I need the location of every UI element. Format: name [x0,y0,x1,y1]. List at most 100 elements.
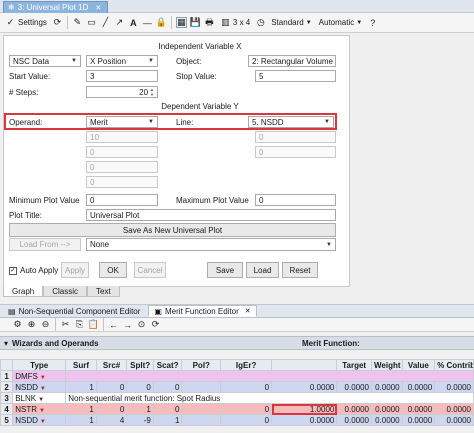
comment-cell[interactable]: Non-sequential merit function: Spot Radi… [65,392,474,404]
arrow-right-icon[interactable]: → [122,319,133,330]
optimize-icon[interactable]: ⊙ [136,319,147,330]
save-as-new-button[interactable]: Save As New Universal Plot [9,223,336,237]
operand-select[interactable]: Merit ▼ [86,116,158,128]
expand-icon[interactable]: ▾ [4,339,8,348]
table-row[interactable]: 5 NSDD ▼ 1 4 -9 1 0 0.0000 0.0000 0.0000 … [0,414,474,426]
contrib-cell[interactable]: 0.0000 [434,414,474,426]
iger-cell[interactable]: 0 [220,403,273,415]
help-icon[interactable]: ? [367,17,378,28]
pol-cell[interactable] [181,403,222,415]
max-plot-input[interactable]: 0 [255,194,336,206]
load-from-button[interactable]: Load From --> [9,238,81,251]
auto-apply-checkbox[interactable]: ✓ Auto Apply [9,266,58,275]
cut-icon[interactable]: ✂ [60,319,71,330]
contrib-cell[interactable]: 0.0000 [434,381,474,393]
header-iger[interactable]: IgEr? [220,359,273,371]
header-blank[interactable] [271,359,338,371]
pol-cell[interactable] [181,381,222,393]
tab-text[interactable]: Text [87,286,120,297]
min-plot-input[interactable]: 0 [86,194,158,206]
stop-value-input[interactable]: 5 [255,70,336,82]
steps-stepper[interactable]: 20 ▲ ▼ [86,86,158,98]
value-cell[interactable]: 0.0000 [401,403,436,415]
line-select[interactable]: 5. NSDD ▼ [248,116,334,128]
reset-button[interactable]: Reset [282,262,318,278]
weight-cell[interactable]: 0.0000 [371,381,403,393]
header-src[interactable]: Src# [95,359,128,371]
src-cell[interactable]: 0 [95,381,128,393]
surf-cell[interactable]: 1 [65,414,97,426]
apply-button[interactable]: Apply [61,262,89,278]
scat-cell[interactable]: 0 [152,381,183,393]
pol-cell[interactable] [181,414,222,426]
weight-cell[interactable]: 0.0000 [371,403,403,415]
document-tab[interactable]: ❄ 3: Universal Plot 1D ✕ [3,1,109,13]
header-value[interactable]: Value [401,359,436,371]
scat-cell[interactable]: 0 [152,403,183,415]
tab-non-sequential-editor[interactable]: ▤ Non-Sequential Component Editor [2,305,146,317]
table-row[interactable]: 1 DMFS ▼ [0,370,474,382]
close-icon[interactable]: ✕ [245,307,251,315]
table-row[interactable]: 4 NSTR ▼ 1 0 1 0 0 1.0000 0.0000 0.0000 0… [0,403,474,415]
table-row[interactable]: 2 NSDD ▼ 1 0 0 0 0 0.0000 0.0000 0.0000 0… [0,381,474,393]
plot-title-input[interactable]: Universal Plot [86,209,336,221]
variable-select[interactable]: X Position ▼ [86,55,158,67]
target-cell[interactable]: 0.0000 [336,403,372,415]
param-cell[interactable]: 0.0000 [271,381,338,393]
src-cell[interactable]: 4 [95,414,128,426]
copy-icon[interactable]: ⎘ [74,319,85,330]
object-select[interactable]: 2: Rectangular Volume▼ [248,55,336,67]
contrib-cell[interactable]: 0.0000 [434,403,474,415]
grid-view-icon[interactable]: ▦ [175,17,187,28]
line-icon[interactable]: ╱ [100,17,111,28]
spinner-arrows-icon[interactable]: ▲ ▼ [150,87,154,97]
surf-cell[interactable]: 1 [65,381,97,393]
settings-icon[interactable]: ⚙ [12,319,23,330]
iger-cell[interactable]: 0 [220,414,273,426]
tab-merit-function-editor[interactable]: ▣ Merit Function Editor ✕ [148,305,257,317]
param-cell[interactable]: 0.0000 [271,414,338,426]
tab-classic[interactable]: Classic [43,286,88,297]
type-cell[interactable]: NSDD ▼ [12,381,67,393]
src-cell[interactable]: 0 [95,403,128,415]
splt-cell[interactable]: -9 [126,414,154,426]
header-surf[interactable]: Surf [65,359,97,371]
paste-icon[interactable]: 📋 [88,319,99,330]
header-splt[interactable]: Splt? [126,359,154,371]
value-cell[interactable]: 0.0000 [401,381,436,393]
splt-cell[interactable]: 1 [126,403,154,415]
surf-cell[interactable]: 1 [65,403,97,415]
type-cell[interactable]: BLNK ▼ [12,392,67,404]
load-from-select[interactable]: None ▼ [86,238,336,251]
data-type-select[interactable]: NSC Data ▼ [9,55,81,67]
splt-cell[interactable]: 0 [126,381,154,393]
print-icon[interactable]: 🖶 [204,17,215,28]
wizards-and-operands-bar[interactable]: ▾ Wizards and Operands Merit Function: [0,336,474,350]
cancel-button[interactable]: Cancel [134,262,166,278]
refresh-icon[interactable]: ⟳ [150,319,161,330]
refresh-icon[interactable]: ⟳ [52,17,63,28]
type-cell[interactable]: NSTR ▼ [12,403,67,415]
save-button[interactable]: Save [207,262,243,278]
scat-cell[interactable]: 1 [152,414,183,426]
automatic-dropdown[interactable]: Automatic ▼ [317,15,365,30]
table-row[interactable]: 3 BLNK ▼ Non-sequential merit function: S… [0,392,474,404]
lock-icon[interactable]: 🔒 [156,17,167,28]
empty-cells[interactable] [65,370,474,382]
weight-cell[interactable]: 0.0000 [371,414,403,426]
type-cell[interactable]: NSDD ▼ [12,414,67,426]
header-scat[interactable]: Scat? [152,359,183,371]
clock-icon[interactable]: ◷ [255,17,266,28]
text-icon[interactable]: A [128,17,139,28]
header-pol[interactable]: Pol? [181,359,222,371]
ok-button[interactable]: OK [99,262,127,278]
load-button[interactable]: Load [246,262,279,278]
header-target[interactable]: Target [336,359,372,371]
iger-cell[interactable]: 0 [220,381,273,393]
value-cell[interactable]: 0.0000 [401,414,436,426]
layout-selector[interactable]: ▥ 3 x 4 [218,15,252,30]
start-value-input[interactable]: 3 [86,70,158,82]
type-cell[interactable]: DMFS ▼ [12,370,67,382]
horizontal-line-icon[interactable]: — [142,17,153,28]
header-type[interactable]: Type [12,359,67,371]
